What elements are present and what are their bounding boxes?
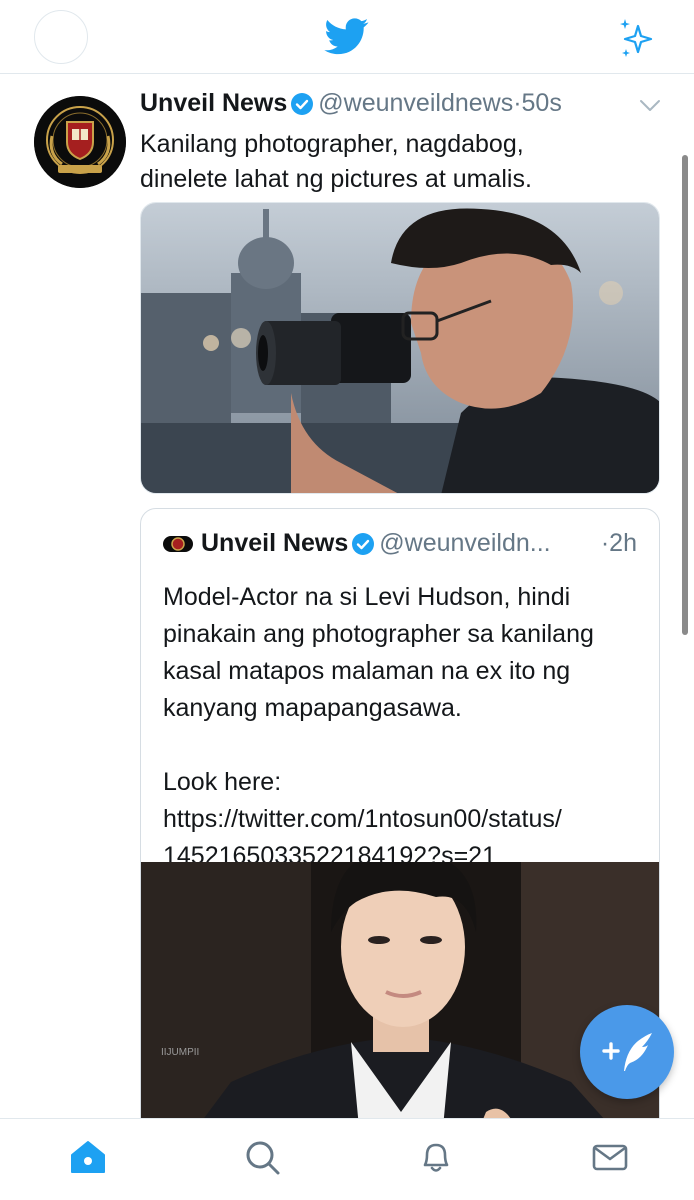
separator-dot: · [513, 89, 522, 117]
quoted-text-line: kanyang mapapangasawa. [163, 694, 462, 722]
tweet-text-line: dinelete lahat ng pictures at umalis. [140, 165, 532, 193]
quoted-tweet-header: Unveil News @weunveildn... [163, 529, 643, 563]
watermark-text: IIJUMPII [161, 1047, 199, 1058]
twitter-bird-icon[interactable] [322, 14, 372, 58]
tweet-timestamp[interactable]: 50s [522, 89, 562, 117]
quoted-tweet-timestamp: ·2h [600, 529, 637, 557]
verified-badge-icon [291, 92, 314, 115]
quoted-author-name: Unveil News [201, 529, 349, 557]
tweet-header: Unveil News @weunveildnews·50s [140, 89, 660, 129]
verified-badge-icon [352, 532, 375, 555]
mail-icon[interactable] [590, 1137, 630, 1177]
quoted-text-line: kasal matapos malaman na ex ito ng [163, 657, 571, 685]
author-handle[interactable]: @weunveildnews [318, 89, 513, 117]
top-bar [0, 0, 694, 74]
profile-avatar[interactable] [34, 10, 88, 64]
quoted-text-line: Look here: [163, 768, 282, 796]
quoted-author-avatar [163, 535, 193, 552]
quoted-text-line: Model-Actor na si Levi Hudson, hindi [163, 583, 571, 611]
scrollbar[interactable] [682, 155, 688, 635]
sparkle-icon[interactable] [614, 16, 658, 60]
bell-icon[interactable] [416, 1137, 456, 1177]
compose-tweet-icon [602, 1033, 652, 1071]
chevron-down-icon[interactable] [638, 96, 662, 116]
quoted-tweet-text: Model-Actor na si Levi Hudson, hindi pin… [163, 579, 643, 875]
home-icon[interactable] [68, 1137, 108, 1177]
twitter-app: Unveil News @weunveildnews·50s Kanilang p… [0, 0, 694, 1200]
tweet-author-avatar[interactable] [34, 96, 126, 188]
quoted-author-handle: @weunveildn... [379, 529, 551, 557]
tweet-text-line: Kanilang photographer, nagdabog, [140, 130, 524, 158]
tweet-text: Kanilang photographer, nagdabog, dinelet… [140, 127, 660, 197]
author-name[interactable]: Unveil News [140, 89, 287, 117]
quoted-link[interactable]: https://twitter.com/1ntosun00/status/ [163, 801, 643, 838]
tweet-media-photo[interactable] [140, 202, 660, 494]
photographer-image [141, 203, 659, 493]
unveil-news-logo [34, 96, 126, 188]
search-icon[interactable] [242, 1137, 282, 1177]
compose-tweet-button[interactable] [580, 1005, 674, 1099]
quoted-text-line: pinakain ang photographer sa kanilang [163, 620, 594, 648]
quoted-text-line [163, 727, 643, 764]
bottom-tab-bar [0, 1118, 694, 1200]
